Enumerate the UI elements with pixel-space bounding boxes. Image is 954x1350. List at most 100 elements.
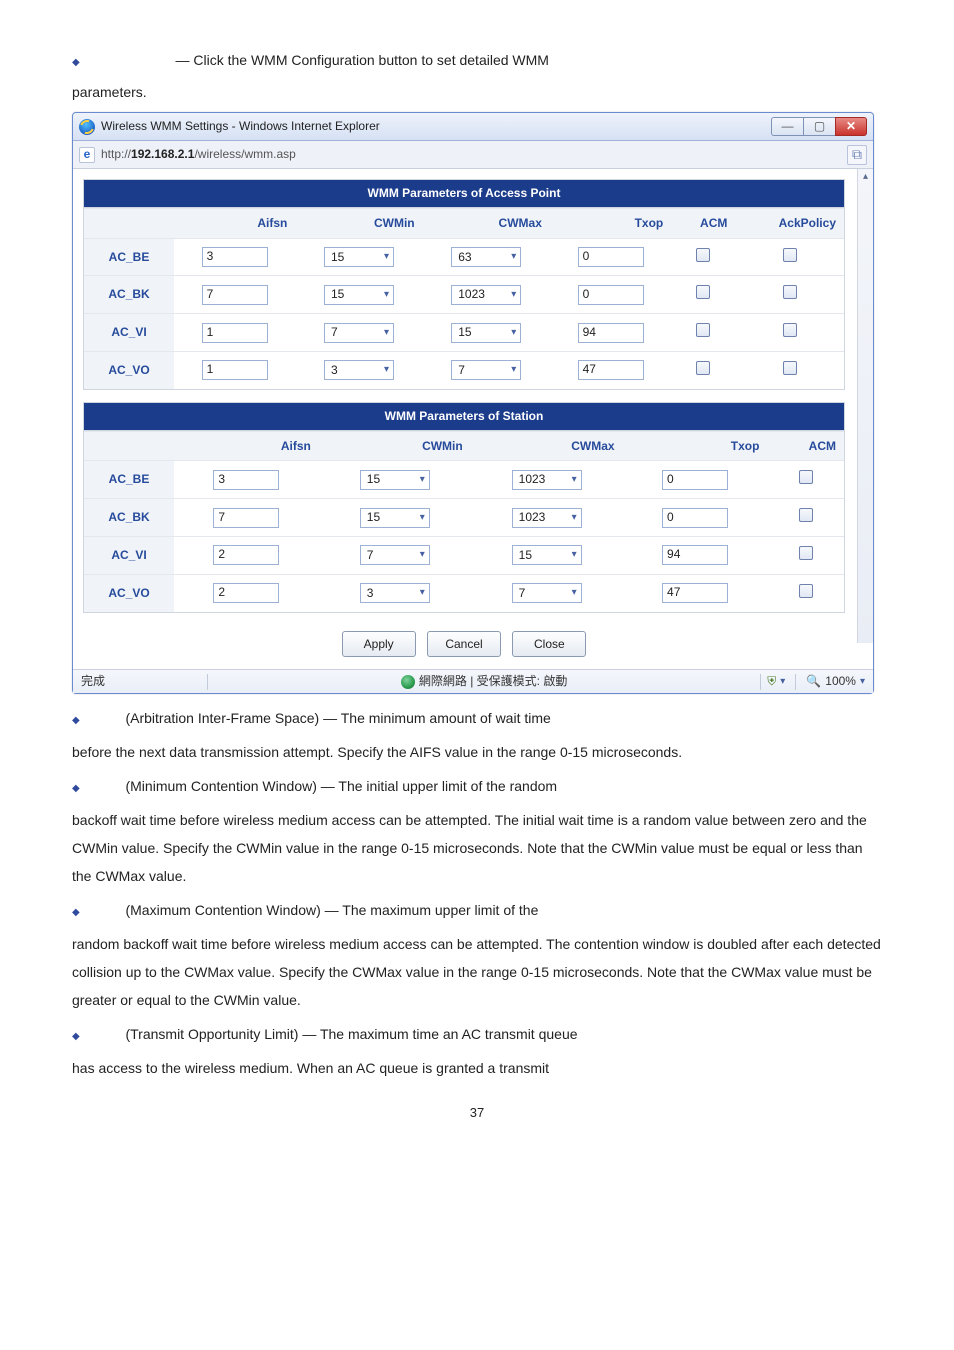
ap-col-aifsn: Aifsn bbox=[174, 208, 295, 238]
compat-view-button[interactable]: ⧉ bbox=[847, 145, 867, 165]
cwmax-select[interactable]: 1023▾ bbox=[451, 285, 521, 305]
cwmin-select[interactable]: 15▾ bbox=[324, 247, 394, 267]
sta-col-aifsn: Aifsn bbox=[174, 431, 319, 461]
compat-icon: ⧉ bbox=[852, 145, 862, 165]
aifsn-input[interactable]: 1 bbox=[202, 323, 268, 343]
aifsn-input[interactable]: 7 bbox=[202, 285, 268, 305]
ap-col-cwmin: CWMin bbox=[295, 208, 422, 238]
cwmax-select[interactable]: 7▾ bbox=[512, 583, 582, 603]
row-ac-bk: AC_BK bbox=[84, 275, 174, 313]
cwmin-select[interactable]: 3▾ bbox=[360, 583, 430, 603]
ackpolicy-checkbox[interactable] bbox=[783, 323, 797, 337]
txop-input[interactable]: 94 bbox=[578, 323, 644, 343]
cwmax-select[interactable]: 15▾ bbox=[451, 323, 521, 343]
cwmin-select[interactable]: 3▾ bbox=[324, 360, 394, 380]
table-row: AC_VI 1 7▾ 15▾ 94 bbox=[84, 313, 844, 351]
close-button[interactable]: ✕ bbox=[835, 117, 867, 136]
intro-text-1: — Click the WMM Configuration button to … bbox=[175, 52, 548, 68]
para-cwmin-text1: (Minimum Contention Window) — The initia… bbox=[125, 778, 557, 794]
acm-checkbox[interactable] bbox=[799, 508, 813, 522]
txop-input[interactable]: 0 bbox=[662, 470, 728, 490]
ackpolicy-checkbox[interactable] bbox=[783, 248, 797, 262]
bullet-icon: ◆ bbox=[72, 783, 98, 794]
window-titlebar: Wireless WMM Settings - Windows Internet… bbox=[73, 113, 873, 141]
chevron-down-icon: ▾ bbox=[511, 326, 516, 340]
chevron-down-icon: ▾ bbox=[511, 288, 516, 302]
chevron-down-icon: ▾ bbox=[384, 363, 389, 377]
bullet-icon: ◆ bbox=[72, 715, 98, 726]
cwmax-select[interactable]: 15▾ bbox=[512, 545, 582, 565]
sta-col-acm: ACM bbox=[767, 431, 844, 461]
intro-line-1: ◆ — Click the WMM Configuration button t… bbox=[72, 46, 882, 74]
bullet-icon: ◆ bbox=[72, 1031, 98, 1042]
scroll-up-icon: ▴ bbox=[858, 169, 873, 185]
txop-input[interactable]: 0 bbox=[578, 247, 644, 267]
chevron-down-icon: ▾ bbox=[511, 363, 516, 377]
url-host: 192.168.2.1 bbox=[131, 147, 194, 161]
window-title: Wireless WMM Settings - Windows Internet… bbox=[101, 118, 771, 135]
cwmax-select[interactable]: 1023▾ bbox=[512, 470, 582, 490]
txop-input[interactable]: 0 bbox=[578, 285, 644, 305]
address-url[interactable]: http://192.168.2.1/wireless/wmm.asp bbox=[101, 146, 841, 163]
table-row: AC_VO 1 3▾ 7▾ 47 bbox=[84, 351, 844, 389]
chevron-down-icon: ▾ bbox=[572, 548, 577, 562]
page-number: 37 bbox=[72, 1104, 882, 1122]
txop-input[interactable]: 94 bbox=[662, 545, 728, 565]
cancel-button[interactable]: Cancel bbox=[427, 631, 501, 658]
status-done: 完成 bbox=[81, 673, 201, 690]
table-row: AC_VO 2 3▾ 7▾ 47 bbox=[84, 574, 844, 612]
aifsn-input[interactable]: 3 bbox=[202, 247, 268, 267]
cwmin-select[interactable]: 7▾ bbox=[360, 545, 430, 565]
cwmax-select[interactable]: 1023▾ bbox=[512, 508, 582, 528]
cwmin-select[interactable]: 15▾ bbox=[360, 470, 430, 490]
chevron-down-icon: ▾ bbox=[384, 288, 389, 302]
chevron-down-icon: ▾ bbox=[384, 250, 389, 264]
aifsn-input[interactable]: 3 bbox=[213, 470, 279, 490]
close-icon: ✕ bbox=[846, 118, 856, 135]
status-zone: 網際網路 | 受保護模式: 啟動 bbox=[419, 673, 567, 690]
ap-table-caption: WMM Parameters of Access Point bbox=[83, 179, 845, 207]
para-cwmin-lead: ◆ (Minimum Contention Window) — The init… bbox=[72, 772, 882, 800]
ackpolicy-checkbox[interactable] bbox=[783, 361, 797, 375]
chevron-down-icon: ▾ bbox=[420, 473, 425, 487]
acm-checkbox[interactable] bbox=[799, 584, 813, 598]
acm-checkbox[interactable] bbox=[696, 285, 710, 299]
maximize-button[interactable]: ▢ bbox=[803, 117, 835, 136]
close-button-form[interactable]: Close bbox=[512, 631, 586, 658]
acm-checkbox[interactable] bbox=[696, 361, 710, 375]
url-path: /wireless/wmm.asp bbox=[194, 147, 295, 161]
apply-button[interactable]: Apply bbox=[342, 631, 416, 658]
txop-input[interactable]: 0 bbox=[662, 508, 728, 528]
para-aifs-lead: ◆ (Arbitration Inter-Frame Space) — The … bbox=[72, 704, 882, 732]
scrollbar[interactable]: ▴ bbox=[857, 169, 873, 643]
chevron-down-icon[interactable]: ▾ bbox=[780, 675, 785, 689]
chevron-down-icon: ▾ bbox=[420, 548, 425, 562]
aifsn-input[interactable]: 7 bbox=[213, 508, 279, 528]
aifsn-input[interactable]: 2 bbox=[213, 545, 279, 565]
minimize-icon: — bbox=[782, 118, 794, 135]
minimize-button[interactable]: — bbox=[771, 117, 803, 136]
address-bar: http://192.168.2.1/wireless/wmm.asp ⧉ bbox=[73, 141, 873, 169]
acm-checkbox[interactable] bbox=[799, 470, 813, 484]
txop-input[interactable]: 47 bbox=[662, 583, 728, 603]
txop-input[interactable]: 47 bbox=[578, 360, 644, 380]
para-txop-text2: has access to the wireless medium. When … bbox=[72, 1054, 882, 1082]
cwmin-select[interactable]: 7▾ bbox=[324, 323, 394, 343]
row-ac-vo: AC_VO bbox=[84, 351, 174, 389]
acm-checkbox[interactable] bbox=[696, 248, 710, 262]
chevron-down-icon[interactable]: ▾ bbox=[860, 675, 865, 689]
ackpolicy-checkbox[interactable] bbox=[783, 285, 797, 299]
acm-checkbox[interactable] bbox=[696, 323, 710, 337]
para-cwmax-text1: (Maximum Contention Window) — The maximu… bbox=[125, 902, 538, 918]
cwmax-select[interactable]: 7▾ bbox=[451, 360, 521, 380]
intro-line-2: parameters. bbox=[72, 78, 882, 106]
acm-checkbox[interactable] bbox=[799, 546, 813, 560]
aifsn-input[interactable]: 1 bbox=[202, 360, 268, 380]
cwmax-select[interactable]: 63▾ bbox=[451, 247, 521, 267]
para-cwmax-text2: random backoff wait time before wireless… bbox=[72, 930, 882, 1014]
aifsn-input[interactable]: 2 bbox=[213, 583, 279, 603]
cwmin-select[interactable]: 15▾ bbox=[360, 508, 430, 528]
zoom-icon[interactable]: 🔍 bbox=[806, 673, 821, 690]
cwmin-select[interactable]: 15▾ bbox=[324, 285, 394, 305]
bullet-icon: ◆ bbox=[72, 57, 98, 68]
